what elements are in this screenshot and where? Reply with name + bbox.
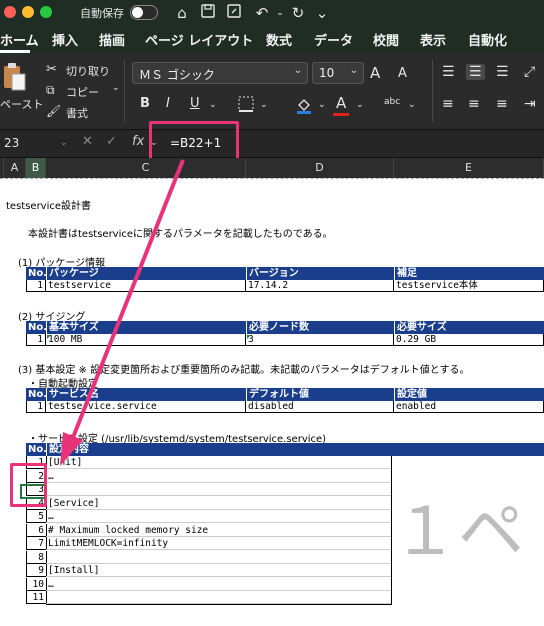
annotation-arrow bbox=[60, 159, 185, 466]
